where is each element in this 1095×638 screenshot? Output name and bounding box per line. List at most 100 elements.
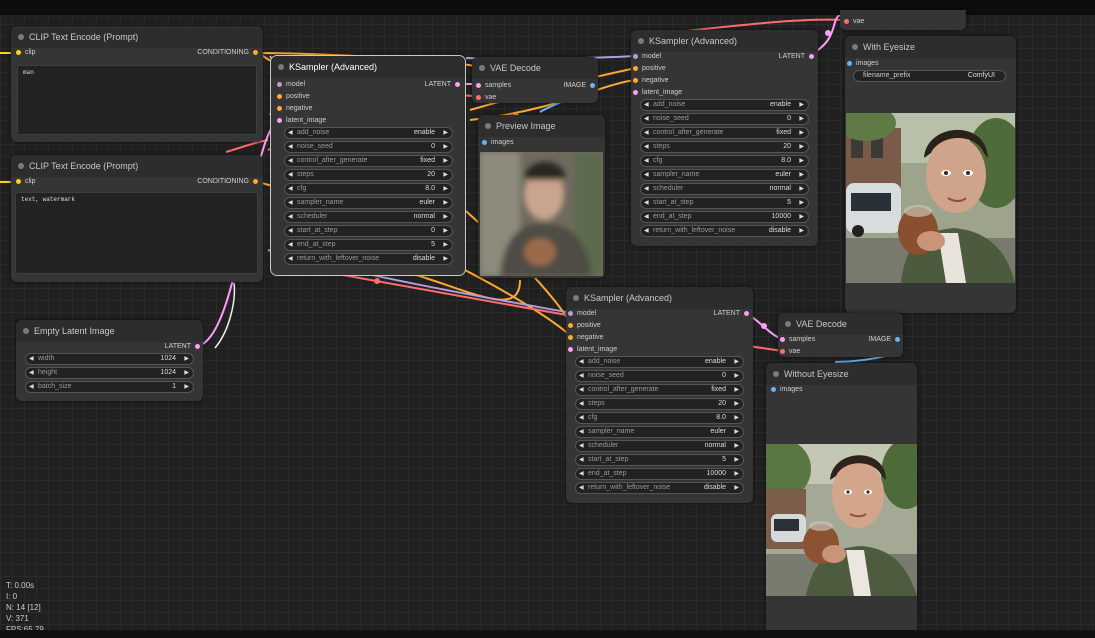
cfg-widget[interactable]: ◀ cfg 8.0 ▶ (575, 412, 744, 424)
collapse-dot-icon[interactable] (852, 44, 858, 50)
input-slot-latent-image[interactable]: latent_image (633, 89, 682, 96)
decrement-arrow-icon[interactable]: ◀ (579, 469, 584, 479)
ksampler-advanced-main-node[interactable]: KSampler (Advanced) model positive negat… (270, 55, 466, 276)
scheduler-widget[interactable]: ◀ scheduler normal ▶ (575, 440, 744, 452)
node-title-bar[interactable]: CLIP Text Encode (Prompt) (11, 155, 263, 177)
save-image-with-eyesize-node[interactable]: With Eyesize images filename_prefix Comfy… (845, 36, 1016, 313)
node-title-bar[interactable]: VAE Decode (472, 57, 598, 79)
steps-widget[interactable]: ◀ steps 20 ▶ (575, 398, 744, 410)
decrement-arrow-icon[interactable]: ◀ (644, 142, 649, 152)
return-with-leftover-noise-widget[interactable]: ◀ return_with_leftover_noise disable ▶ (575, 482, 744, 494)
add-noise-widget[interactable]: ◀ add_noise enable ▶ (640, 99, 809, 111)
input-slot-model[interactable]: model (568, 310, 596, 317)
input-slot-samples[interactable]: samples (476, 82, 511, 89)
collapse-dot-icon[interactable] (278, 64, 284, 70)
input-slot-model[interactable]: model (633, 53, 661, 60)
node-title-bar[interactable]: Without Eyesize (766, 363, 917, 385)
prompt-textarea[interactable]: man (17, 65, 257, 135)
input-slot-images[interactable]: images (482, 139, 514, 146)
output-slot-conditioning[interactable]: CONDITIONING (197, 178, 258, 185)
decrement-arrow-icon[interactable]: ◀ (288, 212, 293, 222)
increment-arrow-icon[interactable]: ▶ (799, 170, 804, 180)
scheduler-widget[interactable]: ◀ scheduler normal ▶ (284, 211, 453, 223)
decrement-arrow-icon[interactable]: ◀ (288, 198, 293, 208)
collapse-dot-icon[interactable] (773, 371, 779, 377)
decrement-arrow-icon[interactable]: ◀ (644, 170, 649, 180)
collapse-dot-icon[interactable] (573, 295, 579, 301)
node-graph-canvas[interactable]: CLIP Text Encode (Prompt) clip CONDITION… (0, 0, 1095, 638)
collapse-dot-icon[interactable] (638, 38, 644, 44)
return-with-leftover-noise-widget[interactable]: ◀ return_with_leftover_noise disable ▶ (284, 253, 453, 265)
ksampler-advanced-upper-node[interactable]: KSampler (Advanced) model positive negat… (631, 30, 818, 246)
increment-arrow-icon[interactable]: ▶ (799, 212, 804, 222)
decrement-arrow-icon[interactable]: ◀ (288, 142, 293, 152)
decrement-arrow-icon[interactable]: ◀ (29, 382, 34, 392)
cfg-widget[interactable]: ◀ cfg 8.0 ▶ (284, 183, 453, 195)
increment-arrow-icon[interactable]: ▶ (799, 100, 804, 110)
increment-arrow-icon[interactable]: ▶ (734, 427, 739, 437)
decrement-arrow-icon[interactable]: ◀ (288, 170, 293, 180)
sampler-name-widget[interactable]: ◀ sampler_name euler ▶ (284, 197, 453, 209)
input-slot-images[interactable]: images (771, 386, 803, 393)
filename-prefix-widget[interactable]: filename_prefix ComfyUI (853, 70, 1006, 82)
input-slot-negative[interactable]: negative (568, 334, 603, 341)
increment-arrow-icon[interactable]: ▶ (799, 128, 804, 138)
increment-arrow-icon[interactable]: ▶ (734, 455, 739, 465)
increment-arrow-icon[interactable]: ▶ (443, 184, 448, 194)
decrement-arrow-icon[interactable]: ◀ (579, 385, 584, 395)
output-slot-conditioning[interactable]: CONDITIONING (197, 49, 258, 56)
noise-seed-widget[interactable]: ◀ noise_seed 0 ▶ (640, 113, 809, 125)
collapse-dot-icon[interactable] (485, 123, 491, 129)
node-title-bar[interactable]: CLIP Text Encode (Prompt) (11, 26, 263, 48)
sampler-name-widget[interactable]: ◀ sampler_name euler ▶ (640, 169, 809, 181)
preview-image[interactable] (480, 152, 603, 276)
increment-arrow-icon[interactable]: ▶ (734, 413, 739, 423)
end-at-step-widget[interactable]: ◀ end_at_step 10000 ▶ (575, 468, 744, 480)
decrement-arrow-icon[interactable]: ◀ (579, 399, 584, 409)
input-slot-images[interactable]: images (847, 60, 879, 67)
decrement-arrow-icon[interactable]: ◀ (288, 240, 293, 250)
input-slot-negative[interactable]: negative (633, 77, 668, 84)
decrement-arrow-icon[interactable]: ◀ (288, 226, 293, 236)
decrement-arrow-icon[interactable]: ◀ (644, 184, 649, 194)
input-slot-positive[interactable]: positive (633, 65, 666, 72)
output-slot-latent[interactable]: LATENT (779, 53, 814, 60)
node-title-bar[interactable]: KSampler (Advanced) (631, 30, 818, 52)
clip-text-encode-positive-node[interactable]: CLIP Text Encode (Prompt) clip CONDITION… (11, 26, 263, 142)
collapse-dot-icon[interactable] (785, 321, 791, 327)
vae-decode-top-node[interactable]: VAE Decode samples vae IMAGE (472, 57, 598, 103)
collapse-dot-icon[interactable] (479, 65, 485, 71)
decrement-arrow-icon[interactable]: ◀ (288, 184, 293, 194)
collapse-dot-icon[interactable] (18, 34, 24, 40)
start-at-step-widget[interactable]: ◀ start_at_step 5 ▶ (575, 454, 744, 466)
input-slot-model[interactable]: model (277, 81, 305, 88)
increment-arrow-icon[interactable]: ▶ (443, 212, 448, 222)
preview-image-node[interactable]: Preview Image images (478, 115, 605, 278)
decrement-arrow-icon[interactable]: ◀ (29, 368, 34, 378)
batch-size-widget[interactable]: ◀ batch_size 1 ▶ (25, 381, 194, 393)
increment-arrow-icon[interactable]: ▶ (799, 142, 804, 152)
collapse-dot-icon[interactable] (18, 163, 24, 169)
decrement-arrow-icon[interactable]: ◀ (579, 371, 584, 381)
control-after-generate-widget[interactable]: ◀ control_after_generate fixed ▶ (284, 155, 453, 167)
input-slot-latent-image[interactable]: latent_image (568, 346, 617, 353)
input-slot-positive[interactable]: positive (277, 93, 310, 100)
decrement-arrow-icon[interactable]: ◀ (288, 254, 293, 264)
empty-latent-image-node[interactable]: Empty Latent Image LATENT ◀ width 1024 ▶ ◀ h… (16, 320, 203, 401)
width-widget[interactable]: ◀ width 1024 ▶ (25, 353, 194, 365)
decrement-arrow-icon[interactable]: ◀ (644, 114, 649, 124)
increment-arrow-icon[interactable]: ▶ (443, 254, 448, 264)
prompt-textarea[interactable]: text, watermark (15, 192, 258, 274)
decrement-arrow-icon[interactable]: ◀ (644, 128, 649, 138)
increment-arrow-icon[interactable]: ▶ (443, 170, 448, 180)
increment-arrow-icon[interactable]: ▶ (799, 184, 804, 194)
decrement-arrow-icon[interactable]: ◀ (579, 357, 584, 367)
decrement-arrow-icon[interactable]: ◀ (579, 441, 584, 451)
height-widget[interactable]: ◀ height 1024 ▶ (25, 367, 194, 379)
input-slot-clip[interactable]: clip (16, 49, 36, 56)
decrement-arrow-icon[interactable]: ◀ (29, 354, 34, 364)
decrement-arrow-icon[interactable]: ◀ (644, 156, 649, 166)
clip-text-encode-negative-node[interactable]: CLIP Text Encode (Prompt) clip CONDITION… (11, 155, 263, 282)
node-title-bar[interactable]: Empty Latent Image (16, 320, 203, 342)
start-at-step-widget[interactable]: ◀ start_at_step 5 ▶ (640, 197, 809, 209)
